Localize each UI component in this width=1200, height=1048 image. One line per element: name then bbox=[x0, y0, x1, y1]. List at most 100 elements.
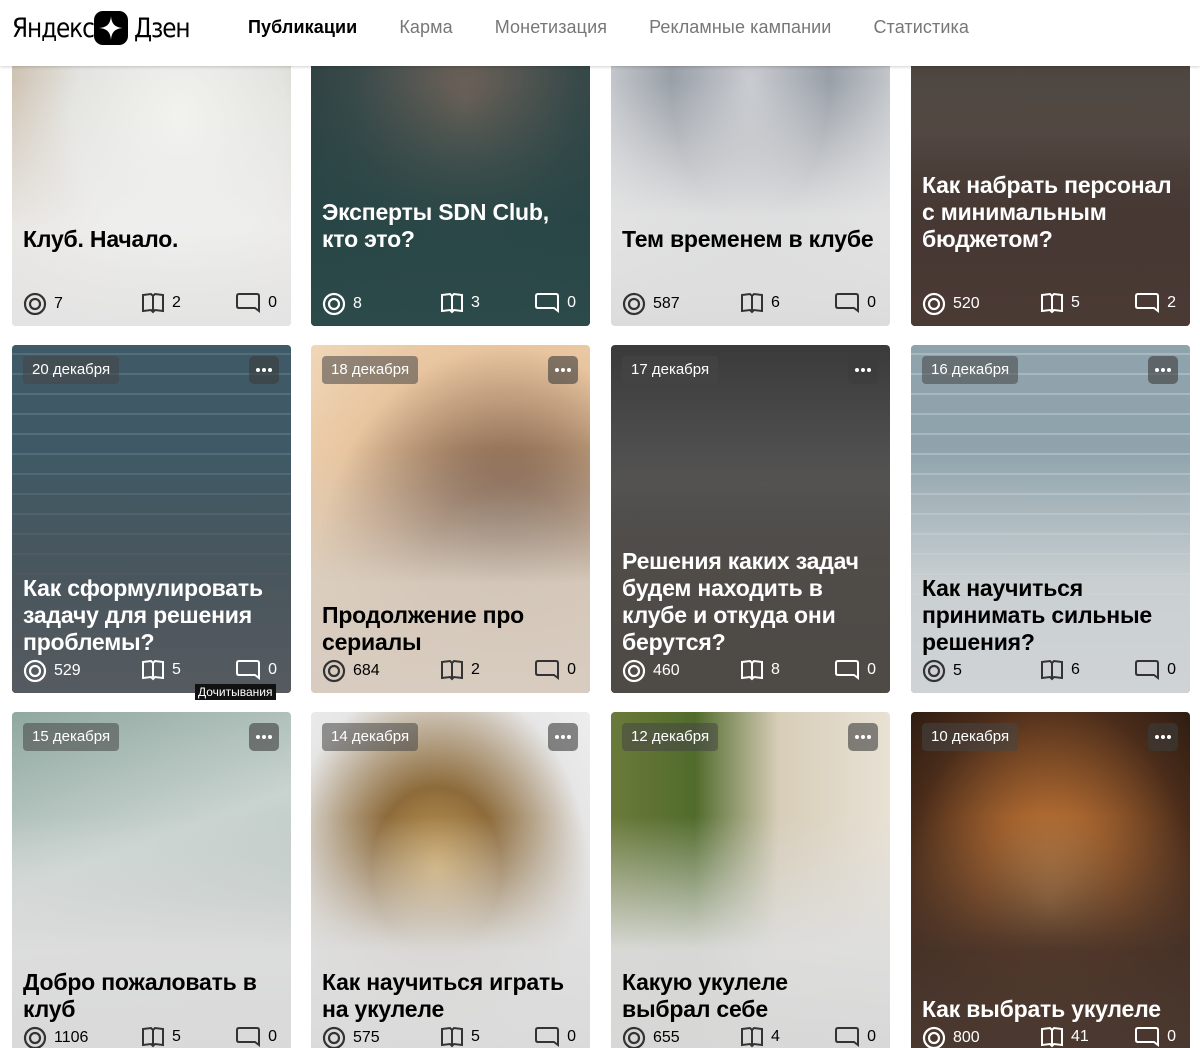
reads-stat[interactable]: 5 bbox=[141, 659, 181, 681]
more-dots-icon[interactable] bbox=[1148, 723, 1178, 751]
tab-karma[interactable]: Карма bbox=[399, 17, 452, 38]
card-title: Тем временем в клубе bbox=[622, 226, 874, 252]
tab-monetization[interactable]: Монетизация bbox=[495, 17, 607, 38]
reads-stat[interactable]: 5 bbox=[141, 1026, 181, 1048]
views-count: 587 bbox=[653, 295, 680, 312]
more-dots-icon[interactable] bbox=[548, 723, 578, 751]
more-dots-icon[interactable] bbox=[848, 723, 878, 751]
views-stat: 587 bbox=[622, 292, 680, 316]
comments-count: 0 bbox=[1167, 1028, 1176, 1045]
open-book-icon bbox=[740, 1026, 771, 1048]
publication-card[interactable]: 20 декабря Как сформулировать задачу для … bbox=[12, 345, 291, 693]
comments-count: 0 bbox=[867, 294, 876, 311]
publication-card[interactable]: 15 декабря Добро пожаловать в клуб 1106 5 0 bbox=[12, 712, 291, 1048]
views-count: 520 bbox=[953, 295, 980, 312]
open-book-icon bbox=[1040, 1026, 1071, 1048]
views-stat: 684 bbox=[322, 659, 380, 683]
reads-stat[interactable]: 2 bbox=[440, 659, 480, 681]
comments-stat[interactable]: 0 bbox=[1134, 1026, 1176, 1048]
comments-stat[interactable]: 0 bbox=[534, 659, 576, 681]
eye-target-icon bbox=[622, 1026, 653, 1048]
date-badge: 20 декабря bbox=[23, 356, 120, 384]
open-book-icon bbox=[740, 292, 771, 314]
reads-stat[interactable]: 3 bbox=[440, 292, 480, 314]
comments-stat[interactable]: 0 bbox=[235, 1026, 277, 1048]
more-dots-icon[interactable] bbox=[249, 356, 279, 384]
more-dots-icon[interactable] bbox=[1148, 356, 1178, 384]
comment-bubble-icon bbox=[534, 292, 567, 314]
comments-count: 0 bbox=[268, 661, 277, 678]
reads-stat[interactable]: 5 bbox=[1040, 292, 1080, 314]
comments-stat[interactable]: 0 bbox=[534, 292, 576, 314]
eye-target-icon bbox=[622, 292, 653, 316]
reads-count: 2 bbox=[471, 661, 480, 678]
publication-card[interactable]: 18 декабря Продолжение про сериалы 684 2 0 bbox=[311, 345, 590, 693]
more-dots-icon[interactable] bbox=[848, 356, 878, 384]
more-dots-icon[interactable] bbox=[249, 723, 279, 751]
comment-bubble-icon bbox=[534, 1026, 567, 1048]
comments-count: 0 bbox=[567, 294, 576, 311]
publication-card[interactable]: 12 декабря Какую укулеле выбрал себе 655 4 0 bbox=[611, 712, 890, 1048]
views-stat: 575 bbox=[322, 1026, 380, 1048]
publication-card[interactable]: 16 декабря Как научиться принимать сильны… bbox=[911, 345, 1190, 693]
comments-stat[interactable]: 0 bbox=[834, 659, 876, 681]
card-stats: 587 6 0 bbox=[622, 292, 876, 316]
eye-target-icon bbox=[322, 659, 353, 683]
card-cover-fade bbox=[12, 82, 291, 326]
card-stats: 460 8 0 bbox=[622, 659, 876, 683]
reads-stat[interactable]: 4 bbox=[740, 1026, 780, 1048]
card-stats: 655 4 0 bbox=[622, 1026, 876, 1048]
date-badge: 16 декабря bbox=[922, 356, 1019, 384]
reads-count: 8 bbox=[771, 661, 780, 678]
date-badge: 17 декабря bbox=[622, 356, 719, 384]
more-dots-icon[interactable] bbox=[548, 356, 578, 384]
comments-stat[interactable]: 0 bbox=[534, 1026, 576, 1048]
reads-stat[interactable]: 5 bbox=[440, 1026, 480, 1048]
comments-stat[interactable]: 0 bbox=[235, 292, 277, 314]
card-title: Эксперты SDN Club, кто это? bbox=[322, 199, 549, 252]
card-stats: 529 5 0 bbox=[23, 659, 277, 683]
zen-star-icon bbox=[94, 11, 128, 45]
eye-target-icon bbox=[922, 659, 953, 683]
date-badge: 10 декабря bbox=[922, 723, 1019, 751]
eye-target-icon bbox=[622, 659, 653, 683]
comments-count: 2 bbox=[1167, 294, 1176, 311]
open-book-icon bbox=[440, 659, 471, 681]
tab-publications[interactable]: Публикации bbox=[248, 17, 357, 38]
comment-bubble-icon bbox=[1134, 292, 1167, 314]
reads-stat[interactable]: 6 bbox=[740, 292, 780, 314]
comments-stat[interactable]: 0 bbox=[1134, 659, 1176, 681]
reads-count: 6 bbox=[771, 294, 780, 311]
comments-count: 0 bbox=[268, 1028, 277, 1045]
date-badge: 18 декабря bbox=[322, 356, 419, 384]
views-count: 529 bbox=[54, 662, 81, 679]
comments-stat[interactable]: 0 bbox=[834, 1026, 876, 1048]
views-count: 5 bbox=[953, 662, 962, 679]
reads-stat[interactable]: 41 bbox=[1040, 1026, 1089, 1048]
open-book-icon bbox=[1040, 292, 1071, 314]
card-title: Как научиться принимать сильные решения? bbox=[922, 575, 1153, 655]
tab-ad-campaigns[interactable]: Рекламные кампании bbox=[649, 17, 831, 38]
eye-target-icon bbox=[922, 1026, 953, 1048]
comment-bubble-icon bbox=[534, 659, 567, 681]
comments-stat[interactable]: 0 bbox=[235, 659, 277, 681]
card-title: Какую укулеле выбрал себе bbox=[622, 969, 788, 1022]
publication-card[interactable]: 17 декабря Решения каких задач будем нахо… bbox=[611, 345, 890, 693]
open-book-icon bbox=[1040, 659, 1071, 681]
publication-card[interactable]: 14 декабря Как научиться играть на укулел… bbox=[311, 712, 590, 1048]
logo-text-zen: Дзен bbox=[134, 12, 191, 44]
comments-count: 0 bbox=[268, 294, 277, 311]
views-count: 7 bbox=[54, 295, 63, 312]
reads-stat[interactable]: 8 bbox=[740, 659, 780, 681]
views-stat: 655 bbox=[622, 1026, 680, 1048]
reads-stat[interactable]: 6 bbox=[1040, 659, 1080, 681]
publication-card[interactable]: 10 декабря Как выбрать укулеле 800 41 0 bbox=[911, 712, 1190, 1048]
card-stats: 575 5 0 bbox=[322, 1026, 576, 1048]
comments-count: 0 bbox=[867, 661, 876, 678]
comments-count: 0 bbox=[567, 661, 576, 678]
comments-stat[interactable]: 2 bbox=[1134, 292, 1176, 314]
reads-stat[interactable]: 2 bbox=[141, 292, 181, 314]
yandex-zen-logo[interactable]: Яндекс Дзен bbox=[12, 8, 199, 48]
comments-stat[interactable]: 0 bbox=[834, 292, 876, 314]
tab-statistics[interactable]: Статистика bbox=[873, 17, 969, 38]
